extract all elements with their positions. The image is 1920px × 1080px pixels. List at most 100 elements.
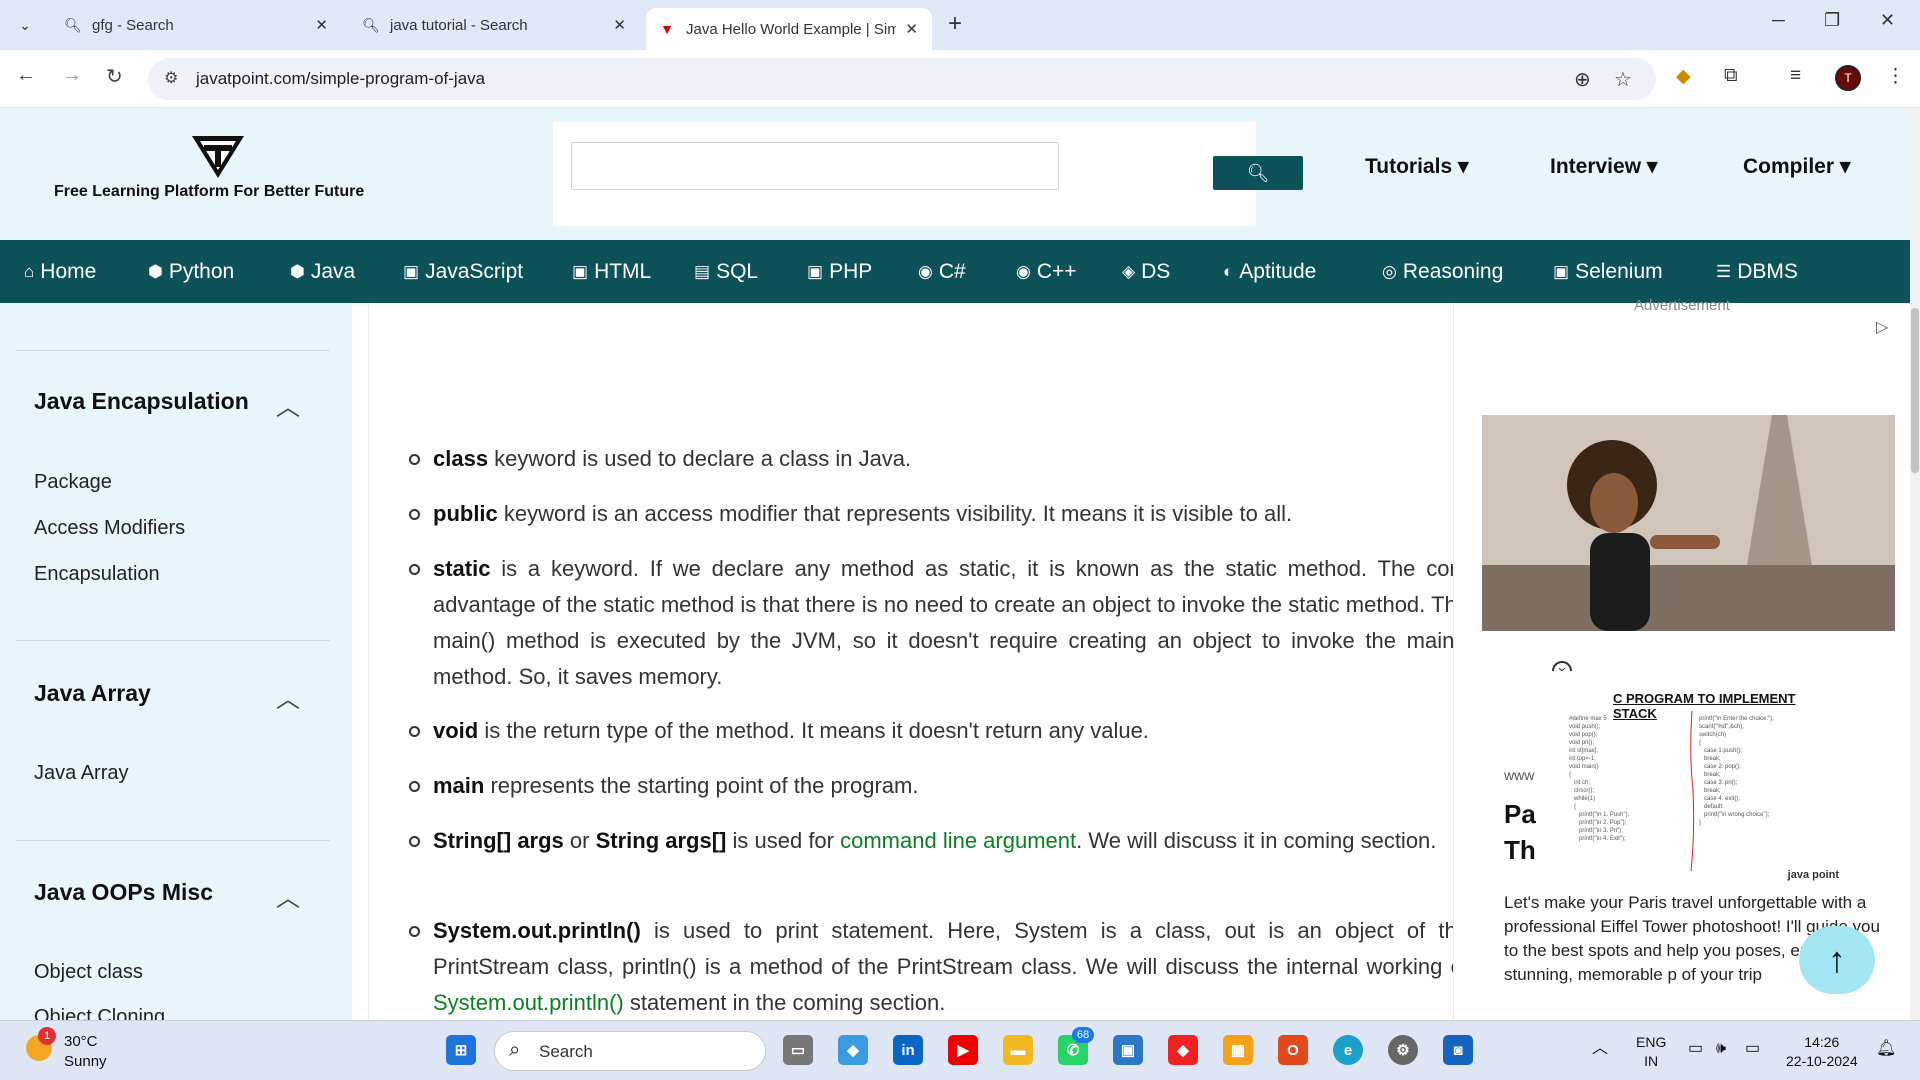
nav-php[interactable]: ▣ PHP: [807, 260, 872, 284]
nav-ds[interactable]: ◈ DS: [1122, 260, 1170, 284]
edge-icon[interactable]: e: [1333, 1035, 1363, 1065]
chrome-app-icon[interactable]: ◙: [1443, 1035, 1473, 1065]
menu-tutorials[interactable]: Tutorials ▾: [1365, 154, 1469, 179]
nav-html[interactable]: ▣ HTML: [572, 260, 651, 284]
url-text[interactable]: javatpoint.com/simple-program-of-java: [196, 69, 485, 89]
nav-java[interactable]: ⬢ Java: [290, 260, 355, 284]
minimize-icon[interactable]: ─: [1772, 10, 1785, 31]
youtube-icon[interactable]: ▶: [948, 1035, 978, 1065]
site-search-button[interactable]: 🔍︎: [1213, 156, 1303, 190]
nav-javascript[interactable]: ▣ JavaScript: [403, 260, 523, 284]
tab-search-dropdown[interactable]: ⌄: [12, 12, 38, 38]
language-indicator[interactable]: ENG IN: [1636, 1033, 1666, 1071]
address-bar[interactable]: ⚙ javatpoint.com/simple-program-of-java …: [148, 58, 1656, 100]
extensions-puzzle-icon[interactable]: ⧉: [1724, 65, 1738, 87]
menu-kebab-icon[interactable]: ⋮: [1886, 65, 1905, 88]
ad-column: Advertisement ▷ ✕ C PROGRAM TO IMPLEMENT…: [1453, 297, 1910, 1020]
microsoft-store-icon[interactable]: ▦: [1223, 1035, 1253, 1065]
restore-icon[interactable]: ❐: [1824, 10, 1840, 31]
ad-red-underline: [1690, 711, 1695, 871]
forward-icon[interactable]: →: [62, 64, 82, 87]
nav-dbms[interactable]: ☰ DBMS: [1716, 260, 1798, 284]
tab-java-tutorial-search[interactable]: 🔍︎ java tutorial - Search ✕: [350, 8, 640, 42]
scrollbar-thumb[interactable]: [1911, 308, 1919, 473]
ad-photo[interactable]: [1482, 415, 1895, 631]
link-command-line-argument[interactable]: command line argument: [840, 828, 1076, 853]
cpp-icon: ◉: [1016, 262, 1031, 281]
nav-cpp[interactable]: ◉ C++: [1016, 260, 1077, 284]
reasoning-icon: ◎: [1382, 262, 1397, 281]
nav-reasoning[interactable]: ◎ Reasoning: [1382, 260, 1503, 284]
sidebar-section-title[interactable]: Java Array: [34, 680, 151, 707]
settings-gear-icon[interactable]: ⚙: [1388, 1035, 1418, 1065]
back-icon[interactable]: ←: [16, 64, 36, 87]
clock[interactable]: 14:26 22-10-2024: [1786, 1033, 1858, 1071]
site-settings-icon[interactable]: ⚙: [164, 68, 178, 88]
aptitude-icon: ◐: [1223, 262, 1234, 281]
sidebar-section-title[interactable]: Java OOPs Misc: [34, 879, 213, 906]
javatpoint-logo[interactable]: [190, 134, 246, 180]
copilot-icon[interactable]: ◆: [838, 1035, 868, 1065]
reload-icon[interactable]: ↻: [106, 64, 123, 89]
red-diamond-app-icon[interactable]: ◆: [1168, 1035, 1198, 1065]
tab-gfg-search[interactable]: 🔍︎ gfg - Search ✕: [52, 8, 342, 42]
sidebar-link-object-class[interactable]: Object class: [34, 961, 143, 984]
nav-python[interactable]: ⬢ Python: [148, 260, 234, 284]
eiffel-photo-illustration: [1482, 415, 1895, 631]
java-icon: ⬢: [290, 262, 305, 281]
windows-start-icon[interactable]: ⊞: [446, 1035, 476, 1065]
app-window-icon[interactable]: ▣: [1113, 1035, 1143, 1065]
chevron-up-icon[interactable]: ︿: [276, 679, 300, 714]
sidebar-section-title[interactable]: Java Encapsulation: [34, 388, 249, 415]
weather-description[interactable]: Sunny: [64, 1053, 107, 1070]
window-close-icon[interactable]: ✕: [1880, 10, 1895, 31]
network-icon[interactable]: ▭: [1688, 1039, 1703, 1058]
task-view-icon[interactable]: ▭: [783, 1035, 813, 1065]
adchoices-icon[interactable]: ▷: [1876, 317, 1888, 337]
close-icon[interactable]: ✕: [905, 20, 918, 38]
taskbar-search[interactable]: ⌕ Search: [494, 1031, 766, 1071]
zoom-icon[interactable]: ⊕: [1574, 67, 1591, 92]
battery-icon[interactable]: ▭: [1745, 1039, 1760, 1058]
divider: [16, 350, 330, 351]
nav-home[interactable]: ⌂ Home: [24, 260, 96, 284]
ad-headline-line2[interactable]: Th: [1504, 835, 1536, 866]
scroll-to-top-button[interactable]: ↑: [1799, 926, 1875, 994]
menu-compiler[interactable]: Compiler ▾: [1743, 154, 1850, 179]
php-icon: ▣: [807, 262, 824, 281]
office-icon[interactable]: O: [1278, 1035, 1308, 1065]
page-scrollbar[interactable]: [1910, 108, 1920, 1020]
new-tab-button[interactable]: +: [948, 10, 962, 38]
menu-interview[interactable]: Interview ▾: [1550, 154, 1657, 179]
bookmark-star-icon[interactable]: ☆: [1614, 67, 1632, 92]
tab-title: Java Hello World Example | Sim: [686, 20, 896, 38]
close-icon[interactable]: ✕: [315, 16, 328, 34]
sidebar-link-encapsulation[interactable]: Encapsulation: [34, 563, 160, 586]
ad-code-image[interactable]: C PROGRAM TO IMPLEMENT STACK #define max…: [1549, 671, 1839, 881]
notification-bell-icon[interactable]: 🔔︎: [1876, 1039, 1896, 1058]
linkedin-icon[interactable]: in: [893, 1035, 923, 1065]
link-system-out-println[interactable]: System.out.println(): [433, 990, 624, 1015]
nav-sql[interactable]: ▤ SQL: [694, 260, 758, 284]
extension-badge-icon[interactable]: ◆: [1676, 65, 1691, 88]
chevron-up-icon[interactable]: ︿: [276, 878, 300, 913]
weather-temperature[interactable]: 30°C: [64, 1033, 98, 1050]
tab-java-hello-world[interactable]: ▼ Java Hello World Example | Sim ✕: [646, 8, 932, 50]
sidebar-link-access-modifiers[interactable]: Access Modifiers: [34, 517, 185, 540]
sidebar-link-java-array[interactable]: Java Array: [34, 762, 128, 785]
profile-avatar[interactable]: T: [1835, 65, 1861, 91]
sidebar-link-package[interactable]: Package: [34, 471, 112, 494]
file-explorer-icon[interactable]: ▬: [1003, 1035, 1033, 1065]
site-search-input[interactable]: [571, 142, 1059, 190]
volume-icon[interactable]: 🕪︎: [1716, 1039, 1726, 1058]
nav-aptitude[interactable]: ◐ Aptitude: [1223, 260, 1316, 284]
divider: [16, 840, 330, 841]
ad-headline-line1[interactable]: Pa: [1504, 799, 1536, 830]
ad-url-snippet[interactable]: www: [1504, 767, 1534, 783]
nav-selenium[interactable]: ▣ Selenium: [1553, 260, 1663, 284]
chevron-up-icon[interactable]: ︿: [276, 387, 300, 422]
media-controls-icon[interactable]: ≡: [1790, 65, 1801, 87]
chevron-up-icon[interactable]: ︿: [1592, 1039, 1608, 1058]
nav-csharp[interactable]: ◉ C#: [918, 260, 966, 284]
close-icon[interactable]: ✕: [613, 16, 626, 34]
